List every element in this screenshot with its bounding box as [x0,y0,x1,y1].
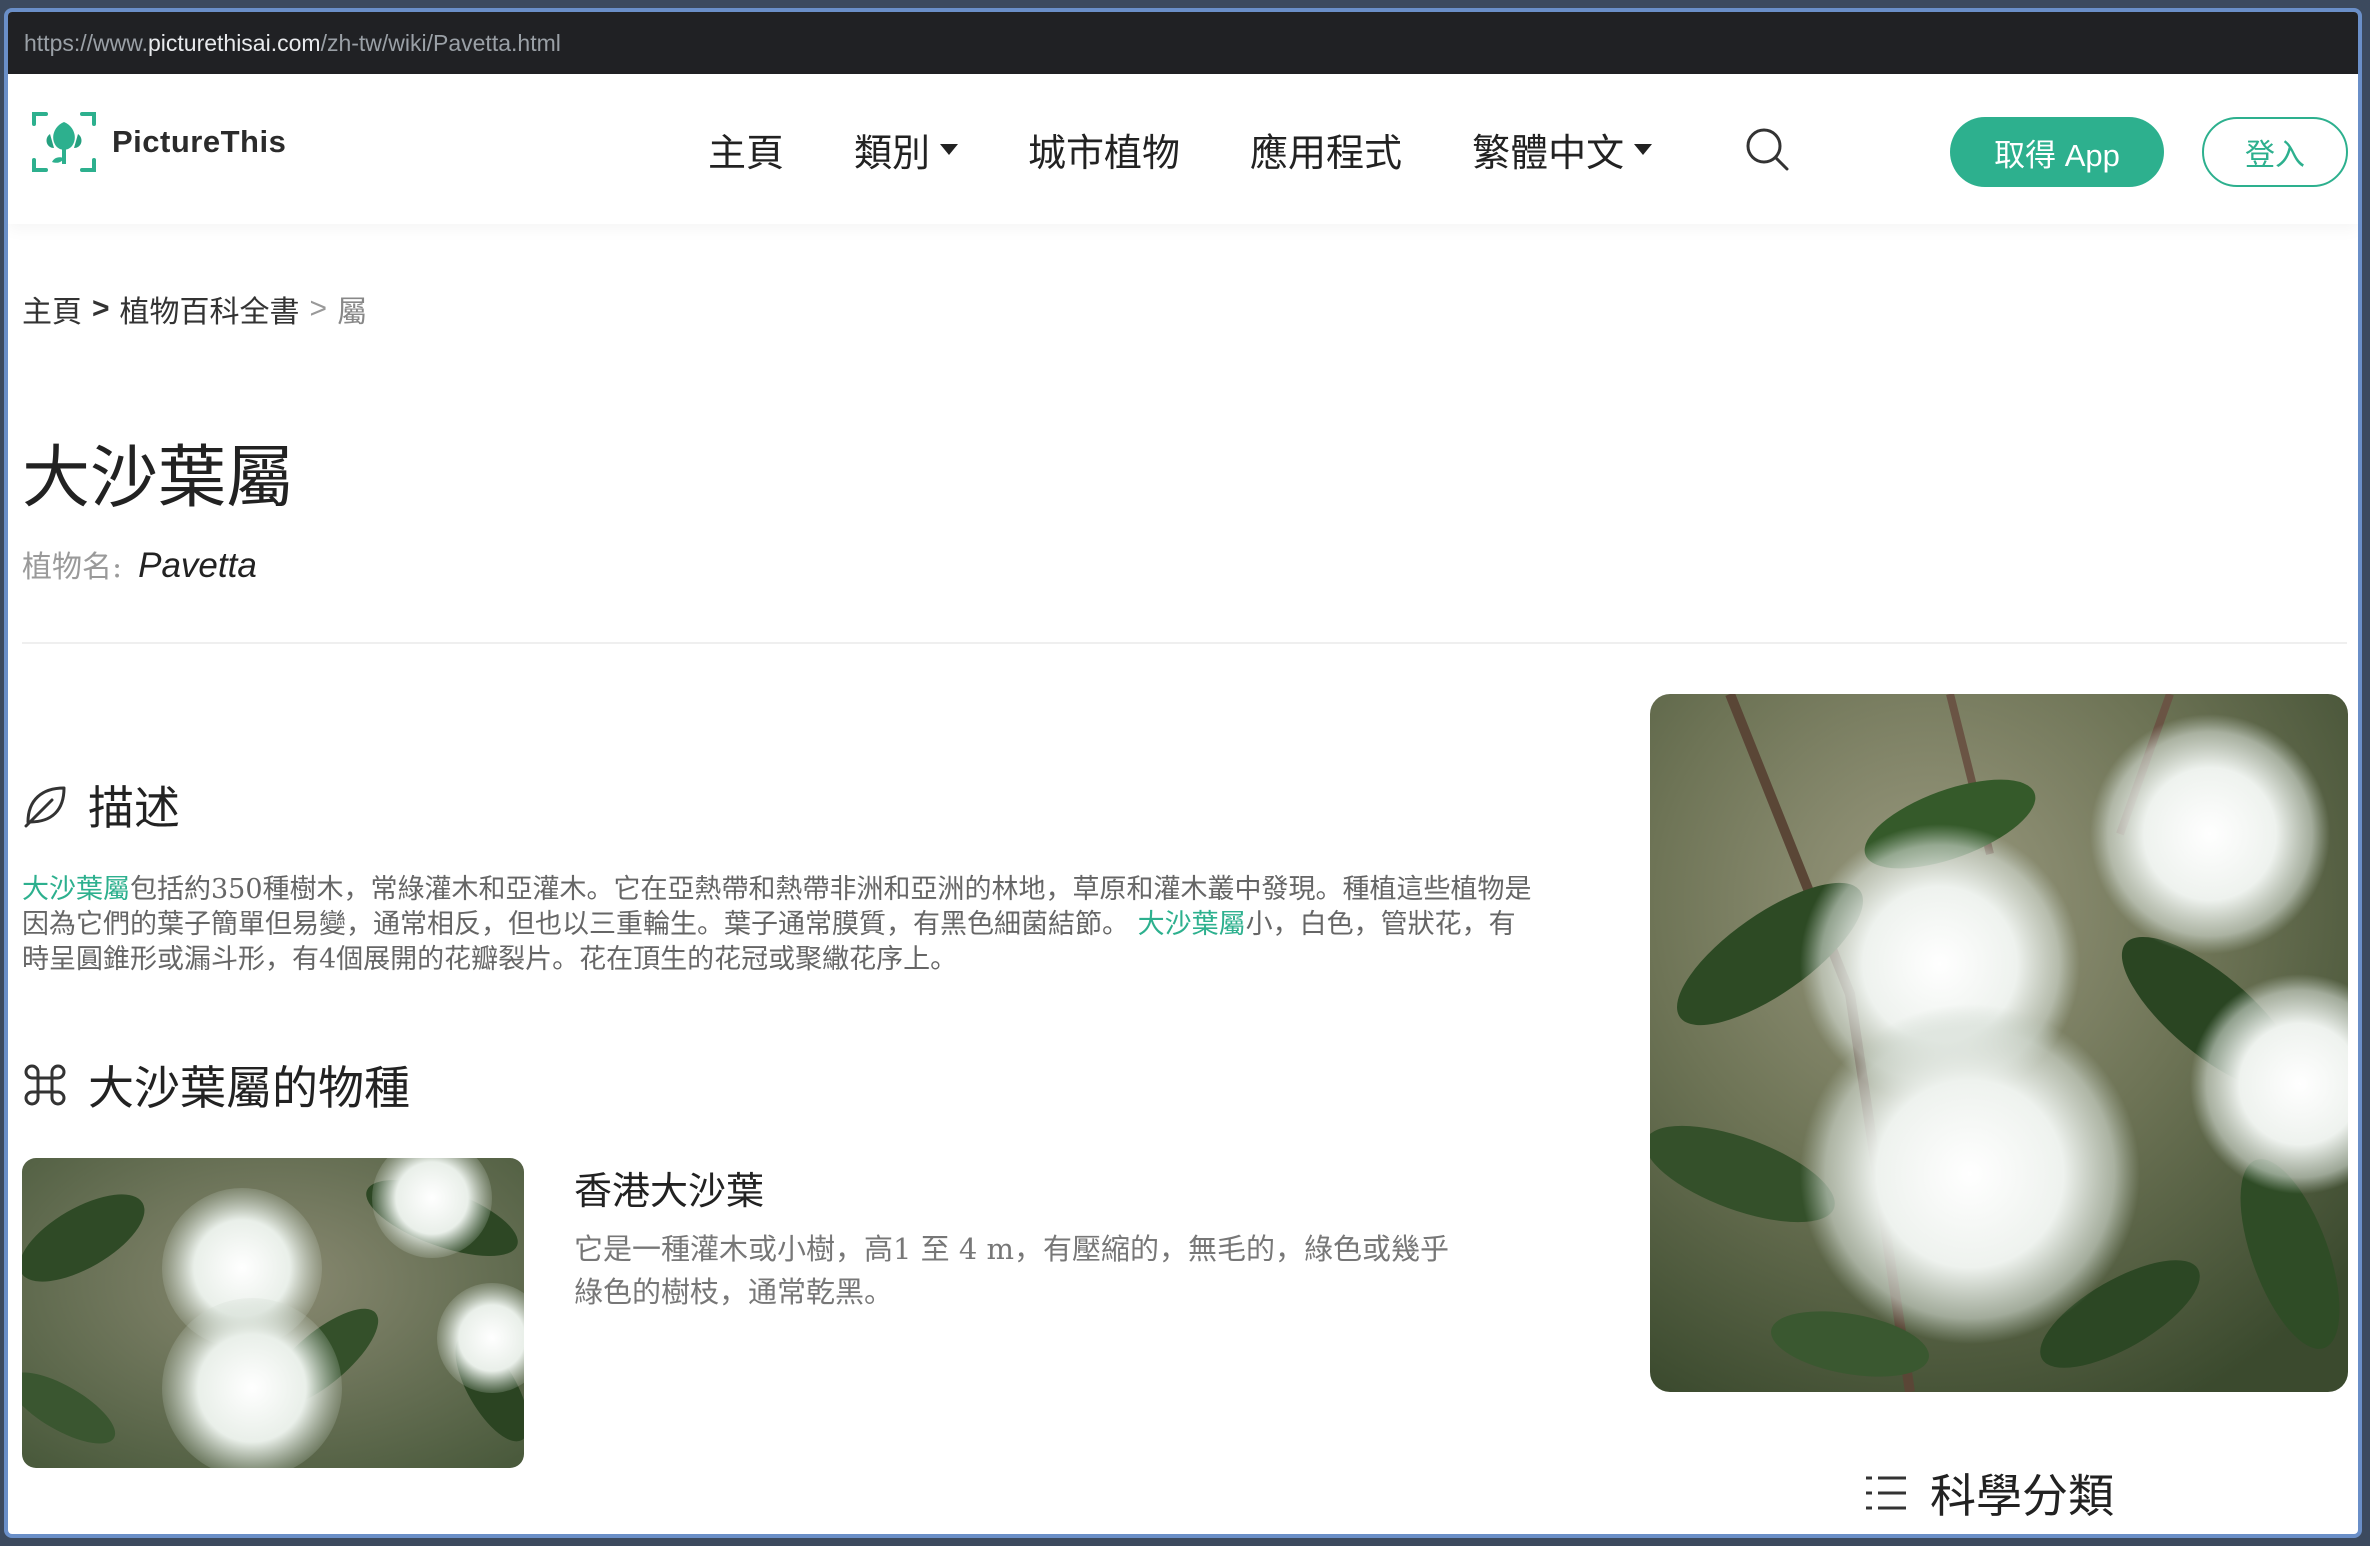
command-icon [24,1064,66,1106]
nav-categories-label: 類別 [854,130,931,175]
logo-icon [32,112,96,172]
species-photo [22,1158,524,1468]
plant-name-row: 植物名: Pavetta [22,542,257,586]
nav-language[interactable]: 繁體中文 [1472,122,1653,177]
url-prefix: https://www. [24,30,148,56]
species-name[interactable]: 香港大沙葉 [574,1160,764,1215]
caret-down-icon [1634,143,1653,155]
search-icon[interactable] [1744,126,1790,172]
taxonomy-heading: 科學分類 [1864,1460,2114,1526]
hero-image [1650,694,2348,1392]
top-navbar: PictureThis 主頁 類別 城市植物 應用程式 繁體中文 取得 App … [8,74,2358,224]
description-heading: 描述 [22,772,180,838]
nav-apps[interactable]: 應用程式 [1250,122,1402,177]
species-heading: 大沙葉屬的物種 [22,1052,410,1118]
breadcrumb: 主頁 > 植物百科全書 > 屬 [22,287,367,331]
nav-city-plants-label: 城市植物 [1028,130,1181,175]
page-title: 大沙葉屬 [22,439,295,518]
species-title: 大沙葉屬的物種 [88,1061,410,1115]
nav-language-label: 繁體中文 [1472,130,1625,175]
nav-categories[interactable]: 類別 [854,122,959,177]
genus-link[interactable]: 大沙葉屬 [22,874,130,905]
get-app-button[interactable]: 取得 App [1950,117,2164,187]
breadcrumb-home[interactable]: 主頁 [22,287,82,331]
breadcrumb-encyclopedia[interactable]: 植物百科全書 [120,287,300,331]
url-path: /zh-tw/wiki/Pavetta.html [320,30,561,56]
taxonomy-title: 科學分類 [1930,1469,2114,1523]
species-thumbnail[interactable] [22,1158,524,1468]
plant-photo [1650,694,2348,1392]
brand-logo[interactable]: PictureThis [30,108,286,176]
section-divider [22,642,2347,644]
plant-name-value: Pavetta [138,546,257,585]
nav-home-label: 主頁 [708,130,785,175]
plant-name-label: 植物名: [22,550,123,585]
description-text: 大沙葉屬包括約350種樹木，常綠灌木和亞灌木。它在亞熱帶和熱帶非洲和亞洲的林地，… [22,872,1542,977]
breadcrumb-current: 屬 [337,295,368,330]
caret-down-icon [940,143,959,155]
description-title: 描述 [88,781,180,835]
genus-link[interactable]: 大沙葉屬 [1138,909,1246,940]
species-description: 它是一種灌木或小樹，高1 至 4 m，有壓縮的，無毛的，綠色或幾乎綠色的樹枝，通… [574,1232,1450,1309]
nav-home[interactable]: 主頁 [708,122,784,177]
browser-window: https://www.picturethisai.com/zh-tw/wiki… [4,8,2362,1538]
main-menu: 主頁 類別 城市植物 應用程式 繁體中文 [708,74,1722,224]
brand-name: PictureThis [112,124,287,159]
nav-apps-label: 應用程式 [1250,130,1403,175]
url-host: picturethisai.com [147,30,321,56]
login-button[interactable]: 登入 [2202,117,2348,187]
leaf-icon [24,786,66,828]
breadcrumb-separator: > [92,292,110,325]
breadcrumb-separator: > [309,292,328,325]
list-icon [1866,1476,1906,1510]
address-bar[interactable]: https://www.picturethisai.com/zh-tw/wiki… [8,12,2358,74]
nav-city-plants[interactable]: 城市植物 [1028,122,1180,177]
